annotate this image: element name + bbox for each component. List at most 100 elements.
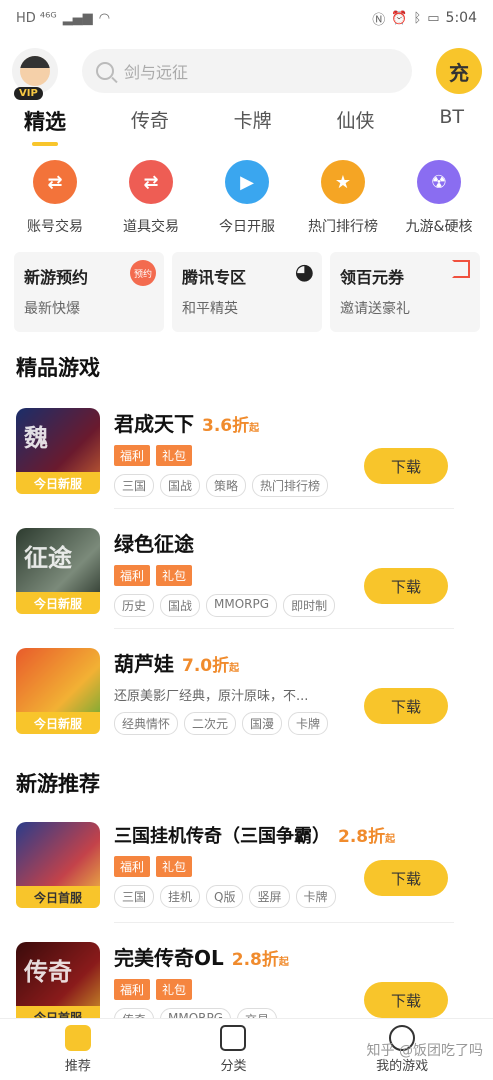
- promo-subtitle: 邀请送豪礼: [340, 301, 410, 317]
- search-bar[interactable]: 剑与远征: [82, 49, 412, 93]
- tab-card[interactable]: 卡牌: [234, 106, 272, 136]
- game-info: 君成天下 3.6折起 福利 礼包 三国 国战 策略 热门排行榜: [114, 408, 354, 497]
- nfc-icon: Ⓝ: [372, 12, 386, 28]
- discount: 2.8折起: [338, 827, 396, 847]
- game-name: 完美传奇OL: [114, 946, 224, 970]
- server-label: 今日新服: [16, 592, 100, 614]
- tag: 二次元: [184, 712, 237, 735]
- top-header: VIP 剑与远征 充: [12, 44, 482, 100]
- badge-gift: 礼包: [156, 565, 193, 586]
- promo-title: 腾讯专区: [182, 268, 247, 287]
- badge-gift: 礼包: [156, 445, 193, 466]
- quick-label: 今日开服: [219, 219, 275, 235]
- server-label: 今日新服: [16, 712, 100, 734]
- quick-hot-ranking[interactable]: ★ 热门排行榜: [298, 160, 388, 236]
- signal-icon: ▂▄▆: [62, 10, 93, 26]
- bluetooth-icon: ᛒ: [413, 10, 422, 26]
- download-button[interactable]: 下载: [364, 982, 448, 1018]
- nav-category[interactable]: 分类: [220, 1025, 246, 1074]
- promo-coupon[interactable]: 领百元券 邀请送豪礼: [330, 252, 480, 332]
- promo-cards: 新游预约 最新快爆 预约 腾讯专区 和平精英 ◕ 领百元券 邀请送豪礼: [14, 252, 480, 332]
- promo-subtitle: 和平精英: [182, 301, 238, 317]
- battery-icon: ▭: [427, 10, 440, 26]
- quick-jiuyou-hardcore[interactable]: ☢ 九游&硬核: [394, 160, 484, 236]
- promo-new-game-reserve[interactable]: 新游预约 最新快爆 预约: [14, 252, 164, 332]
- download-button[interactable]: 下载: [364, 688, 448, 724]
- thumbs-up-icon: [64, 1025, 91, 1051]
- game-card[interactable]: 今日新服 葫芦娃 7.0折起 还原美影厂经典，原汁原味，不... 经典情怀 二次…: [16, 648, 493, 760]
- tag: 国战: [160, 594, 201, 617]
- game-name: 三国挂机传奇（三国争霸）: [114, 826, 330, 847]
- badge-gift: 礼包: [156, 856, 193, 877]
- play-icon: ▶: [225, 160, 269, 204]
- clock: 5:04: [445, 10, 477, 26]
- game-description: 还原美影厂经典，原汁原味，不...: [114, 689, 309, 704]
- promo-tencent-zone[interactable]: 腾讯专区 和平精英 ◕: [172, 252, 322, 332]
- download-button[interactable]: 下载: [364, 568, 448, 604]
- tag: 国漫: [242, 712, 283, 735]
- discount: 2.8折起: [231, 950, 289, 970]
- quick-today-open[interactable]: ▶ 今日开服: [202, 160, 292, 236]
- tag: MMORPG: [206, 594, 278, 617]
- thumb-art-text: 征途: [24, 544, 72, 572]
- download-button[interactable]: 下载: [364, 860, 448, 896]
- game-card[interactable]: 今日首服 三国挂机传奇（三国争霸） 2.8折起 福利 礼包 三国 挂机 Q版 竖…: [16, 822, 493, 934]
- thumb-art-text: 传奇: [24, 958, 72, 986]
- game-name: 绿色征途: [114, 532, 194, 556]
- nav-label: 推荐: [64, 1059, 91, 1074]
- divider: [114, 628, 454, 629]
- share-icon: [452, 260, 470, 278]
- game-card[interactable]: 魏 今日新服 君成天下 3.6折起 福利 礼包 三国 国战 策略 热门排行榜 下…: [16, 408, 493, 520]
- tag: 即时制: [283, 594, 336, 617]
- promo-subtitle: 最新快爆: [24, 301, 80, 317]
- category-box-icon: [220, 1025, 247, 1051]
- server-label: 今日新服: [16, 472, 100, 494]
- item-trade-icon: ⇄: [129, 160, 173, 204]
- tag: 三国: [114, 885, 155, 908]
- tag: 历史: [114, 594, 155, 617]
- tag: 经典情怀: [114, 712, 179, 735]
- radiation-icon: ☢: [417, 160, 461, 204]
- quick-label: 热门排行榜: [308, 219, 378, 235]
- tencent-logo-icon: ◕: [294, 260, 314, 285]
- tag: Q版: [206, 885, 244, 908]
- server-label: 今日首服: [16, 886, 100, 908]
- tab-selected[interactable]: 精选: [24, 106, 66, 136]
- account-trade-icon: ⇄: [33, 160, 77, 204]
- quick-label: 九游&硬核: [405, 219, 473, 235]
- download-button[interactable]: 下载: [364, 448, 448, 484]
- tab-xianxia[interactable]: 仙侠: [337, 106, 375, 136]
- quick-item-trade[interactable]: ⇄ 道具交易: [106, 160, 196, 236]
- tag: 挂机: [160, 885, 201, 908]
- status-bar: HD ⁴⁶ᴳ ▂▄▆ ◠ Ⓝ ⏰ ᛒ ▭ 5:04: [0, 0, 493, 36]
- tag: 三国: [114, 474, 155, 497]
- nav-recommend[interactable]: 推荐: [64, 1025, 91, 1074]
- tab-bt[interactable]: BT: [439, 106, 464, 136]
- search-icon: [96, 62, 114, 80]
- wifi-icon: ◠: [98, 10, 111, 26]
- tag: 策略: [206, 474, 247, 497]
- tag: 卡牌: [295, 885, 336, 908]
- tag: 卡牌: [288, 712, 329, 735]
- avatar[interactable]: VIP: [12, 48, 58, 100]
- vip-badge: VIP: [14, 87, 43, 100]
- category-tabs: 精选 传奇 卡牌 仙侠 BT: [24, 106, 464, 136]
- game-info: 绿色征途 福利 礼包 历史 国战 MMORPG 即时制: [114, 528, 354, 617]
- promo-title: 领百元券: [340, 268, 405, 287]
- discount: 7.0折起: [182, 656, 240, 676]
- badge-gift: 礼包: [156, 979, 193, 1000]
- tab-legend[interactable]: 传奇: [131, 106, 169, 136]
- tag: 竖屏: [249, 885, 290, 908]
- section-featured-title: 精品游戏: [16, 356, 100, 380]
- network-indicator: HD ⁴⁶ᴳ: [16, 10, 57, 26]
- recharge-button[interactable]: 充: [436, 48, 482, 94]
- quick-label: 账号交易: [27, 219, 83, 235]
- discount: 3.6折起: [202, 416, 260, 436]
- section-new-title: 新游推荐: [16, 772, 100, 796]
- game-card[interactable]: 征途 今日新服 绿色征途 福利 礼包 历史 国战 MMORPG 即时制 下载: [16, 528, 493, 640]
- quick-label: 道具交易: [123, 219, 179, 235]
- quick-account-trade[interactable]: ⇄ 账号交易: [10, 160, 100, 236]
- alarm-icon: ⏰: [391, 10, 408, 26]
- quick-entries: ⇄ 账号交易 ⇄ 道具交易 ▶ 今日开服 ★ 热门排行榜 ☢ 九游&硬核: [10, 160, 484, 236]
- search-placeholder: 剑与远征: [124, 63, 189, 82]
